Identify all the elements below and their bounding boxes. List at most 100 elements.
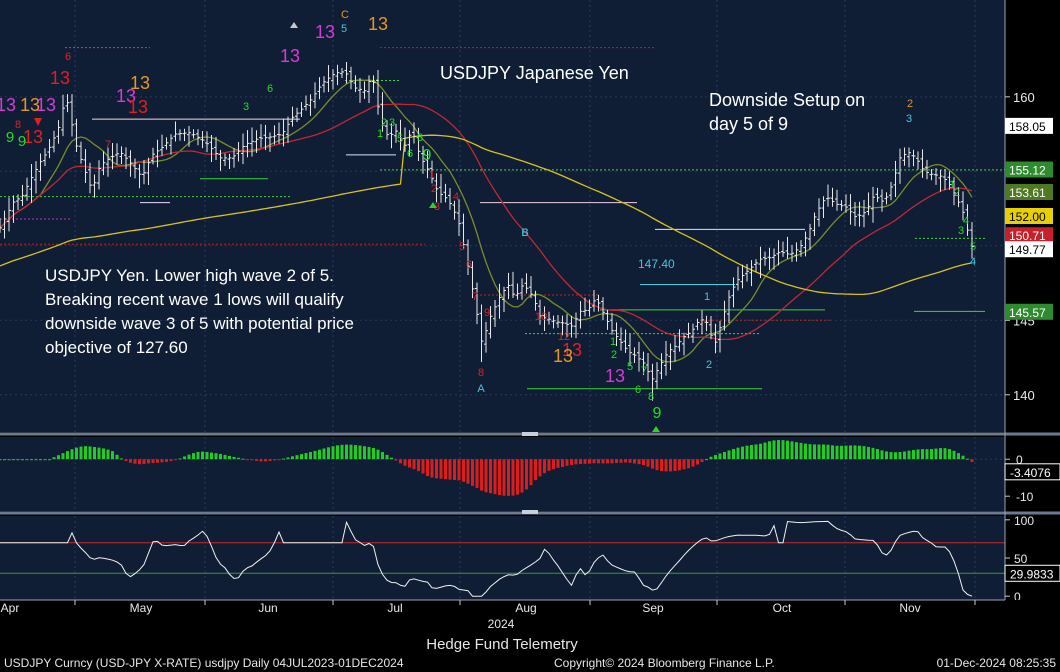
macd-bar (876, 449, 879, 460)
macd-bar (714, 455, 717, 460)
macd-bar (421, 459, 425, 474)
macd-bar (808, 444, 812, 460)
macd-bar (619, 459, 623, 463)
macd-bar (795, 442, 798, 460)
macd-bar (556, 459, 560, 468)
macd-bar (826, 444, 830, 460)
macd-bar (354, 445, 357, 460)
macd-bar (498, 459, 501, 496)
macd-bar (174, 459, 177, 461)
divider-handle-1[interactable] (522, 432, 538, 436)
macd-bar (277, 459, 281, 461)
macd-bar (345, 444, 348, 460)
macd-bar (408, 459, 411, 468)
macd-bar (718, 453, 722, 460)
macd-bar (759, 443, 762, 460)
macd-bar (885, 451, 888, 460)
td-count-label: 7 (472, 291, 478, 303)
macd-bar (79, 446, 83, 460)
td-count-label: A (477, 383, 485, 395)
macd-bar (241, 458, 245, 460)
x-month-label: Aug (515, 601, 536, 615)
macd-bar (475, 459, 479, 489)
macd-bar (439, 459, 443, 479)
macd-bar (151, 459, 155, 464)
macd-bar (565, 459, 569, 466)
macd-bar (768, 441, 771, 460)
price-level-text: 158.05 (1009, 120, 1046, 134)
td-count-label: 6 (267, 83, 273, 95)
td-count-label: C (341, 9, 349, 21)
macd-bar (183, 456, 186, 460)
macd-bar (25, 459, 29, 461)
td-count-label: 10 (535, 311, 547, 323)
macd-bar (318, 449, 321, 460)
macd-bar (637, 459, 641, 465)
macd-bar (169, 459, 173, 462)
macd-bar (484, 459, 488, 493)
footer-copyright: Copyright© 2024 Bloomberg Finance L.P. (554, 656, 775, 670)
td-count-label: 7 (105, 139, 111, 151)
macd-bar (57, 455, 60, 460)
macd-bar (39, 459, 42, 461)
macd-bar (399, 459, 402, 464)
price-level-text: 152.00 (1009, 210, 1046, 224)
macd-bar (466, 459, 470, 484)
macd-bar (471, 459, 474, 486)
macd-bar (628, 459, 632, 463)
x-month-label: May (130, 601, 153, 615)
macd-bar (511, 459, 515, 496)
macd-bar (106, 449, 110, 460)
macd-bar (520, 459, 524, 493)
price-level-text: 150.71 (1009, 229, 1046, 243)
td-count-label: 9 (18, 133, 26, 150)
macd-bar (777, 440, 780, 460)
macd-bar (61, 453, 65, 460)
macd-bar (871, 447, 875, 460)
chart-title: USDJPY Japanese Yen (440, 63, 629, 83)
macd-bar (403, 459, 407, 466)
macd-bar (142, 459, 146, 464)
setup-comment-line-2: day 5 of 9 (709, 114, 788, 134)
macd-bar (543, 459, 546, 474)
td-count-label: 13 (130, 73, 150, 93)
td-count-label: 3 (958, 225, 964, 237)
macd-bar (921, 449, 924, 460)
price-level-text: 155.12 (1009, 164, 1046, 178)
macd-bar (880, 450, 884, 460)
macd-bar (111, 451, 114, 460)
macd-bar (597, 459, 600, 464)
td-count-label: 7 (641, 365, 647, 377)
setup-comment-line-1: Downside Setup on (709, 90, 865, 110)
macd-bar (538, 459, 542, 477)
macd-bar (331, 446, 335, 460)
macd-bar (907, 450, 911, 460)
macd-bar (129, 459, 132, 463)
macd-bar (205, 451, 209, 460)
td-count-label: 2 (431, 183, 437, 195)
macd-bar (34, 459, 38, 461)
macd-bar (786, 440, 789, 460)
macd-bar (480, 459, 483, 491)
macd-bar (687, 459, 690, 469)
macd-bar (723, 451, 726, 460)
macd-bar (655, 459, 659, 471)
macd-bar (255, 459, 258, 461)
td-count-label: 13 (280, 46, 300, 66)
td-count-label: 13 (553, 346, 573, 366)
macd-bar (867, 446, 870, 460)
macd-bar (426, 459, 429, 477)
macd-bar (696, 459, 699, 465)
macd-bar (394, 459, 398, 461)
td-count-label: 2 (706, 359, 712, 371)
td-count-label: 2 (907, 98, 913, 110)
divider-handle-2[interactable] (522, 510, 538, 514)
macd-bar (583, 459, 587, 464)
td-count-label: 1 (429, 169, 435, 181)
macd-bar (516, 459, 519, 495)
macd-bar (642, 459, 645, 466)
note-line-2: Breaking recent wave 1 lows will qualify (45, 290, 344, 309)
macd-bar (448, 459, 452, 480)
macd-bar (43, 459, 47, 461)
macd-bar (727, 450, 731, 460)
